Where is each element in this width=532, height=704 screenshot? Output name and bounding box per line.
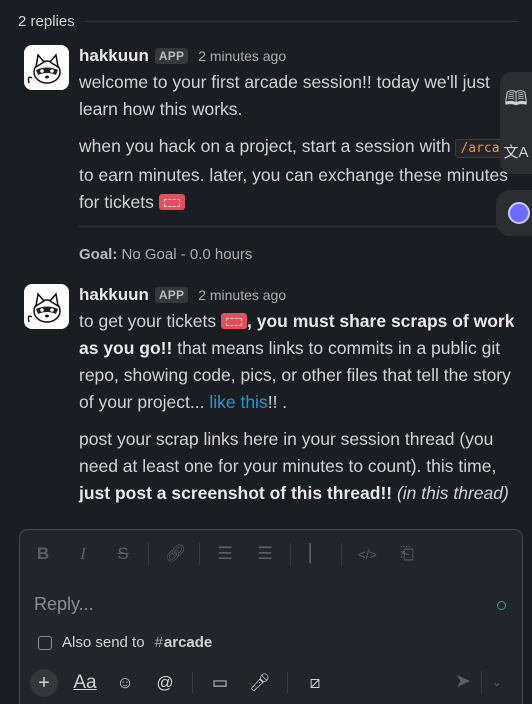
video-icon[interactable]: ▭ <box>207 673 233 693</box>
toolbar-separator <box>480 670 482 693</box>
message-paragraph: post your scrap links here in your sessi… <box>79 426 529 507</box>
ticket-emoji-icon <box>158 194 185 210</box>
also-send-row: Also send to #arcade <box>38 634 212 651</box>
hash-icon: # <box>154 634 163 651</box>
slash-command-icon[interactable]: ⧄ <box>302 673 328 693</box>
composer-toolbar: + Aa ☺ @ ▭ 🎤︎ ⧄ <box>30 668 328 698</box>
toolbar-separator <box>148 543 149 565</box>
bot-icon[interactable] <box>508 202 530 224</box>
timestamp[interactable]: 2 minutes ago <box>198 287 286 303</box>
formatting-toolbar: B I S 🔗︎ ☰ ☰ ▏ </> ⎗ <box>34 542 416 566</box>
ordered-list-icon[interactable]: ☰ <box>216 544 234 564</box>
status-dot <box>497 601 506 610</box>
chevron-down-icon[interactable]: ⌄ <box>492 675 502 689</box>
message-header: hakkuun APP 2 minutes ago <box>79 284 529 306</box>
avatar[interactable] <box>24 45 69 90</box>
app-badge: APP <box>154 48 189 64</box>
message-paragraph: to get your tickets , you must share scr… <box>79 308 529 416</box>
toolbar-separator <box>290 543 291 565</box>
replies-divider <box>84 20 518 22</box>
goal-value: No Goal - 0.0 hours <box>117 246 253 263</box>
quote-icon[interactable]: ▏ <box>307 544 325 564</box>
ticket-emoji-icon <box>221 313 248 329</box>
message-paragraph: welcome to your first arcade session!! t… <box>79 72 490 119</box>
message-content: hakkuun APP 2 minutes ago welcome to you… <box>79 45 529 226</box>
replies-count: 2 replies <box>18 12 75 30</box>
divider <box>79 226 524 227</box>
bulleted-list-icon[interactable]: ☰ <box>256 544 274 564</box>
message-2: hakkuun APP 2 minutes ago to get your ti… <box>24 284 524 514</box>
code-icon[interactable]: </> <box>358 547 377 562</box>
text-format-icon[interactable]: Aa <box>72 672 98 694</box>
toolbar-separator <box>199 543 200 565</box>
author-name[interactable]: hakkuun <box>79 285 149 305</box>
author-name[interactable]: hakkuun <box>79 46 149 66</box>
code-block-icon[interactable]: ⎗ <box>398 544 416 564</box>
also-send-checkbox[interactable] <box>38 635 52 650</box>
toolbar-separator <box>287 672 288 694</box>
message-text: to get your tickets , you must share scr… <box>79 308 529 507</box>
assistant-bubble[interactable] <box>496 190 532 236</box>
text-span: to earn minutes. later, you can exchange… <box>79 165 509 212</box>
emoji-icon[interactable]: ☺ <box>112 673 138 693</box>
text-span: post your scrap links here in your sessi… <box>79 429 497 476</box>
message-text: welcome to your first arcade session!! t… <box>79 69 529 216</box>
strikethrough-icon[interactable]: S <box>114 544 132 564</box>
message-header: hakkuun APP 2 minutes ago <box>79 45 529 67</box>
bold-icon[interactable]: B <box>34 544 52 564</box>
message-1: hakkuun APP 2 minutes ago welcome to you… <box>24 45 524 225</box>
italic-icon[interactable]: I <box>74 544 92 564</box>
message-paragraph: when you hack on a project, start a sess… <box>79 133 529 216</box>
plus-icon[interactable]: + <box>30 669 58 697</box>
also-send-label: Also send to <box>62 634 145 651</box>
channel-tag: #arcade <box>155 634 213 651</box>
reply-input[interactable] <box>34 590 474 618</box>
translate-icon[interactable]: 文A <box>503 141 528 162</box>
goal-line: Goal: No Goal - 0.0 hours <box>79 246 252 263</box>
bold-text: just post a screenshot of this thread!! <box>79 483 393 503</box>
avatar[interactable] <box>24 284 69 329</box>
toolbar-separator <box>341 543 342 565</box>
text-span: !! . <box>267 392 288 412</box>
message-content: hakkuun APP 2 minutes ago to get your ti… <box>79 284 529 517</box>
text-span: to get your tickets <box>79 311 222 331</box>
replies-header: 2 replies <box>18 10 518 32</box>
microphone-icon[interactable]: 🎤︎ <box>247 673 273 693</box>
link-icon[interactable]: 🔗︎ <box>165 544 187 564</box>
timestamp[interactable]: 2 minutes ago <box>198 48 286 64</box>
app-badge: APP <box>154 287 189 303</box>
book-icon[interactable]: 🕮 <box>504 84 528 118</box>
goal-label: Goal: <box>79 246 118 263</box>
italic-text: (in this thread) <box>392 483 509 503</box>
send-icon[interactable]: ➤ <box>455 670 471 693</box>
mention-icon[interactable]: @ <box>152 673 178 693</box>
channel-name: arcade <box>163 634 213 651</box>
side-tools-panel: 🕮 文A <box>500 72 532 174</box>
reply-composer: B I S 🔗︎ ☰ ☰ ▏ </> ⎗ Also send to #arcad… <box>19 529 523 704</box>
send-group: ➤ ⌄ <box>455 670 502 693</box>
toolbar-separator <box>192 672 193 694</box>
text-span: when you hack on a project, start a sess… <box>79 136 456 156</box>
like-this-link[interactable]: like this <box>209 392 267 412</box>
